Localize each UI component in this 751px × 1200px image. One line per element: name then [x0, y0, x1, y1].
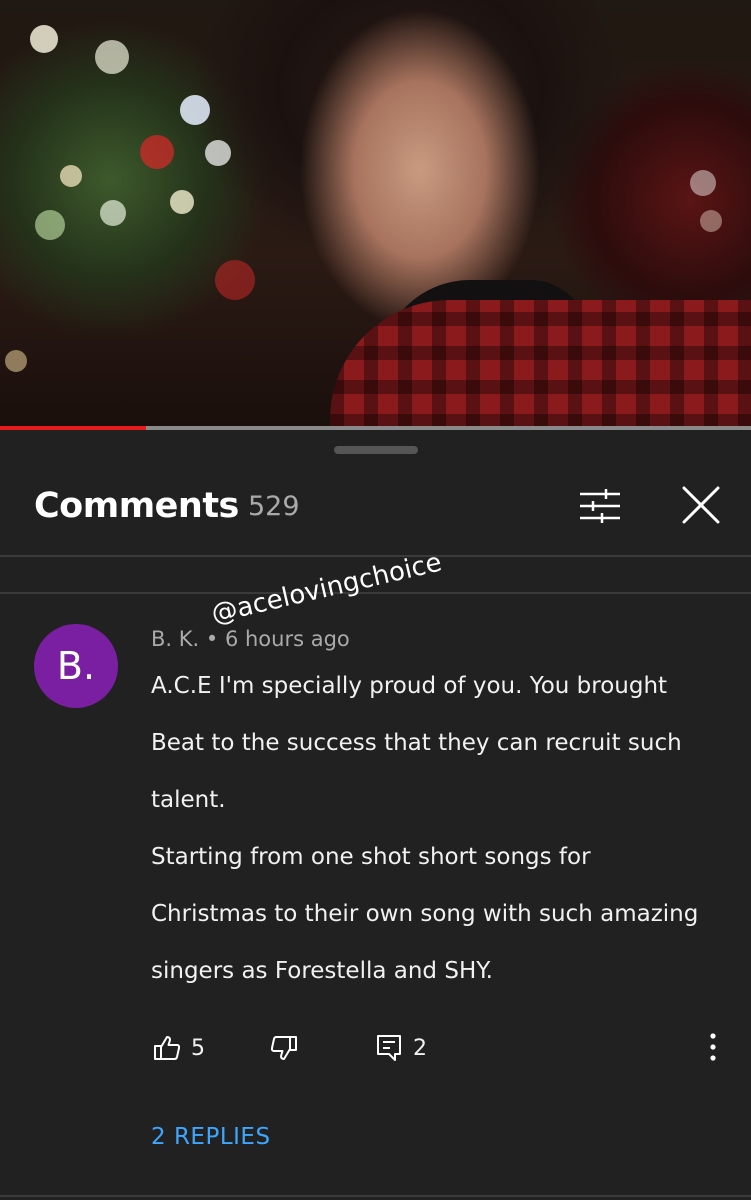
bokeh-light	[700, 210, 722, 232]
sort-filter-icon[interactable]	[576, 486, 624, 526]
bokeh-light	[180, 95, 210, 125]
reply-button[interactable]: 2	[375, 1032, 427, 1064]
bokeh-light	[35, 210, 65, 240]
view-replies-link[interactable]: 2 REPLIES	[151, 1124, 271, 1150]
comment-line: A.C.E I'm specially proud of you. You br…	[151, 673, 668, 699]
comments-count: 529	[248, 491, 300, 522]
bokeh-light	[30, 25, 58, 53]
bokeh-light	[205, 140, 231, 166]
comments-title: Comments	[34, 486, 239, 526]
thumbs-up-icon	[154, 1036, 181, 1060]
bokeh-light	[140, 135, 174, 169]
comment-line: Beat to the success that they can recrui…	[151, 730, 682, 756]
bokeh-light	[5, 350, 27, 372]
drag-handle[interactable]	[334, 446, 418, 454]
dislike-button[interactable]	[270, 1032, 298, 1064]
comment-line: Christmas to their own song with such am…	[151, 901, 699, 927]
comment-reply-icon	[377, 1035, 401, 1061]
comment-body: A.C.E I'm specially proud of you. You br…	[151, 658, 731, 1000]
plaid-shirt	[330, 300, 751, 428]
video-player[interactable]	[0, 0, 751, 428]
like-button[interactable]: 5	[153, 1032, 205, 1064]
comment-line: singers as Forestella and SHY.	[151, 958, 493, 984]
thumbs-down-icon	[270, 1036, 297, 1060]
close-icon[interactable]	[680, 484, 722, 526]
more-options-icon[interactable]	[704, 1032, 722, 1062]
like-count: 5	[191, 1035, 205, 1061]
header-divider	[0, 555, 751, 557]
bokeh-light	[170, 190, 194, 214]
bokeh-light	[60, 165, 82, 187]
bokeh-light	[100, 200, 126, 226]
comment-author-meta: B. K. • 6 hours ago	[151, 627, 350, 651]
comment-divider	[0, 1195, 751, 1197]
reply-count: 2	[413, 1035, 427, 1061]
comment-line: Starting from one shot short songs for	[151, 844, 591, 870]
bokeh-light	[690, 170, 716, 196]
bokeh-light	[215, 260, 255, 300]
comment-line: talent.	[151, 787, 226, 813]
avatar[interactable]: B.	[34, 624, 118, 708]
bokeh-light	[95, 40, 129, 74]
